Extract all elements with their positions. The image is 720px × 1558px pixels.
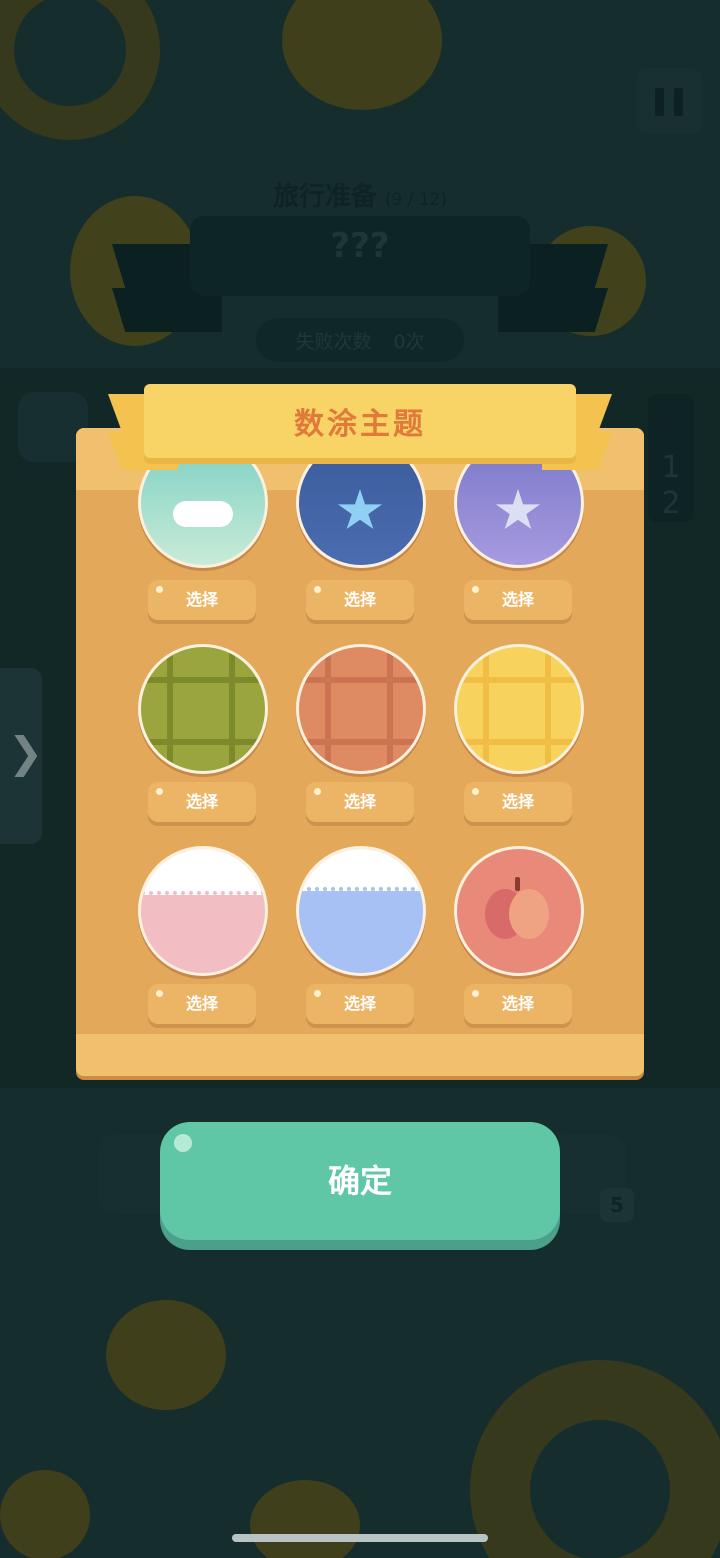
theme-cell: 选择 (296, 428, 426, 628)
select-button[interactable]: 选择 (306, 782, 414, 822)
lace-trim (299, 849, 423, 891)
home-indicator[interactable] (232, 1534, 488, 1542)
theme-cell: 选择 (138, 644, 268, 834)
theme-cell: 选择 (138, 846, 268, 1036)
select-button[interactable]: 选择 (464, 782, 572, 822)
theme-cell: 选择 (454, 846, 584, 1036)
select-button[interactable]: 选择 (148, 580, 256, 620)
modal-footer (76, 1034, 644, 1076)
select-button[interactable]: 选择 (148, 782, 256, 822)
theme-cell: 选择 (296, 846, 426, 1036)
theme-swatch-apple[interactable] (454, 846, 584, 976)
apple-icon (485, 877, 549, 941)
theme-swatch-blue-lace[interactable] (296, 846, 426, 976)
star-icon (495, 489, 541, 530)
select-button[interactable]: 选择 (148, 984, 256, 1024)
theme-swatch-pink-lace[interactable] (138, 846, 268, 976)
select-button[interactable]: 选择 (306, 984, 414, 1024)
theme-swatch-green-waffle[interactable] (138, 644, 268, 774)
theme-swatch-orange-waffle[interactable] (296, 644, 426, 774)
modal-title-banner: 数涂主题 (144, 384, 576, 458)
select-button[interactable]: 选择 (464, 580, 572, 620)
lace-trim (141, 849, 265, 895)
theme-cell: 选择 (296, 644, 426, 834)
modal-title: 数涂主题 (294, 407, 426, 442)
select-button[interactable]: 选择 (464, 984, 572, 1024)
theme-swatch-yellow-waffle[interactable] (454, 644, 584, 774)
select-button[interactable]: 选择 (306, 580, 414, 620)
cloud-icon (173, 501, 233, 527)
star-icon (337, 489, 383, 530)
theme-cell: 选择 (454, 644, 584, 834)
button-shine (174, 1134, 192, 1152)
confirm-label: 确定 (327, 1162, 392, 1200)
confirm-button[interactable]: 确定 (160, 1122, 560, 1240)
theme-picker-modal: 选择 选择 选择 选择 选择 选择 选择 选择 选择 (76, 428, 644, 1076)
